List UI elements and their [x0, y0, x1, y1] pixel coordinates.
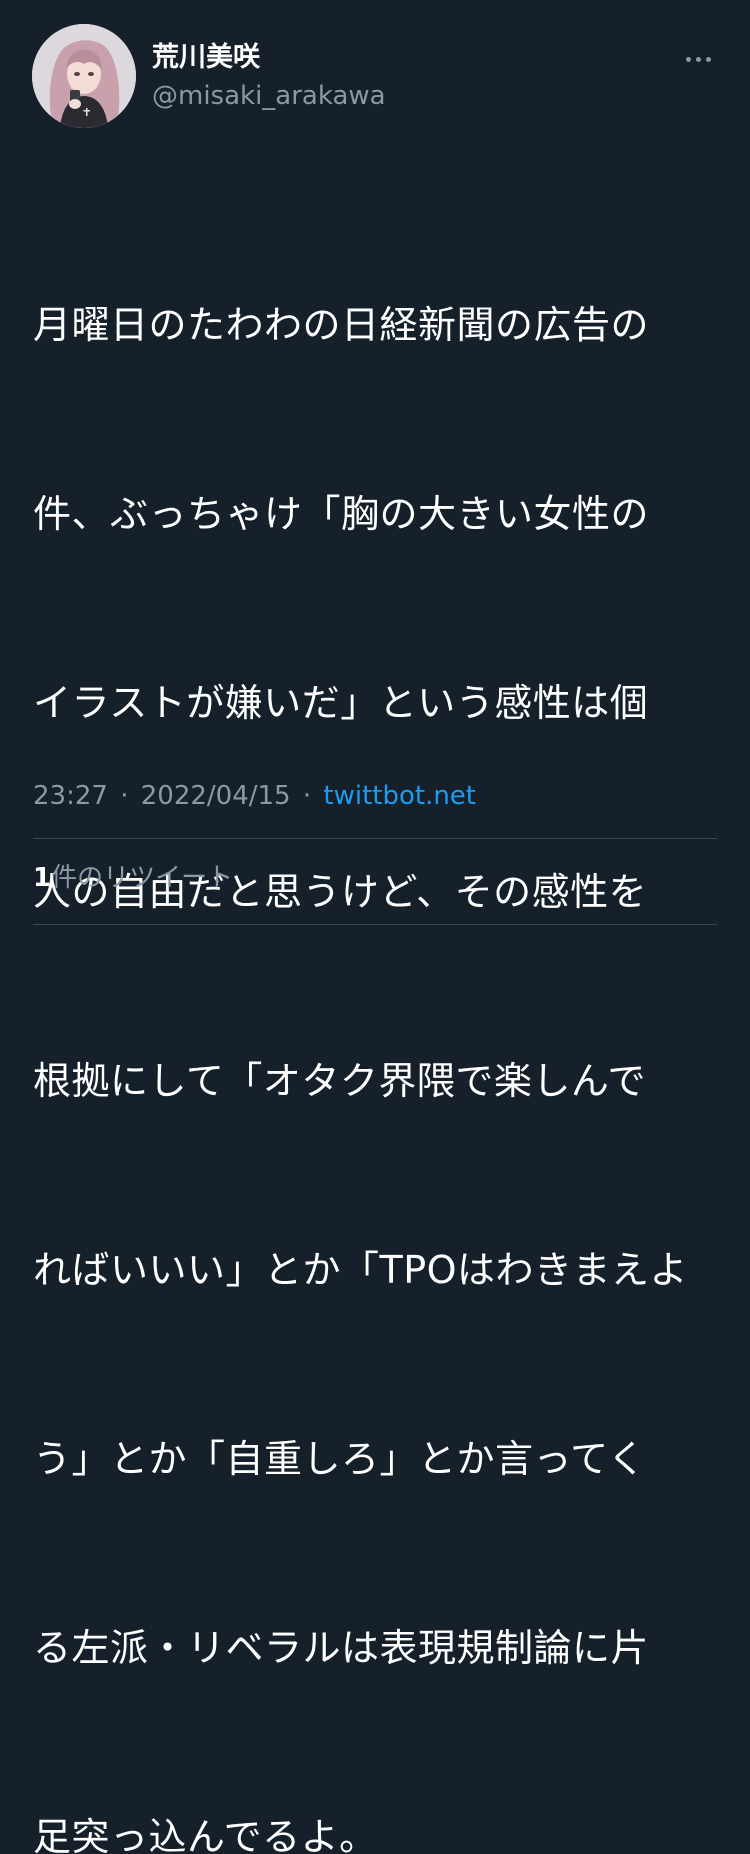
tweet-line: 月曜日のたわわの日経新聞の広告の — [33, 303, 650, 347]
user-avatar-illustration — [32, 24, 136, 128]
tweet-line: 件、ぶっちゃけ「胸の大きい女性の — [33, 492, 650, 536]
tweet-line: う」とか「自重しろ」とか言ってく — [33, 1437, 646, 1481]
retweet-label: 件のリツイート — [51, 863, 234, 893]
tweet-text: 月曜日のたわわの日経新聞の広告の 件、ぶっちゃけ「胸の大きい女性の イラストが嫌… — [33, 168, 715, 1854]
user-handle[interactable]: @misaki_arakawa — [152, 80, 386, 112]
tweet-line: イラストが嫌いだ」という感性は個 — [33, 681, 649, 725]
tweet-line: ればいいい」とか「TPOはわきまえよ — [33, 1248, 689, 1292]
more-options-icon-dot — [695, 56, 701, 62]
avatar[interactable] — [32, 24, 136, 128]
more-options-button[interactable] — [676, 42, 720, 76]
tweet-line: 足突っ込んでるよ。 — [33, 1815, 378, 1854]
tweet-line: る左派・リベラルは表現規制論に片 — [33, 1626, 650, 1670]
meta-separator: · — [120, 781, 129, 811]
tweet-source-link[interactable]: twittbot.net — [323, 781, 476, 811]
divider — [33, 924, 717, 925]
more-options-icon — [685, 56, 691, 62]
more-options-icon-dot — [705, 56, 711, 62]
divider — [33, 838, 717, 839]
tweet-meta: 23:27 · 2022/04/15 · twittbot.net — [33, 776, 476, 816]
meta-separator: · — [302, 781, 312, 811]
tweet-date[interactable]: 2022/04/15 — [141, 781, 291, 811]
retweet-count: 1 — [33, 863, 52, 893]
display-name[interactable]: 荒川美咲 — [152, 41, 260, 75]
tweet-time[interactable]: 23:27 — [33, 781, 108, 811]
retweets-stat[interactable]: 1件のリツイート — [33, 858, 233, 898]
tweet-line: 根拠にして「オタク界隈で楽しんで — [33, 1059, 646, 1103]
